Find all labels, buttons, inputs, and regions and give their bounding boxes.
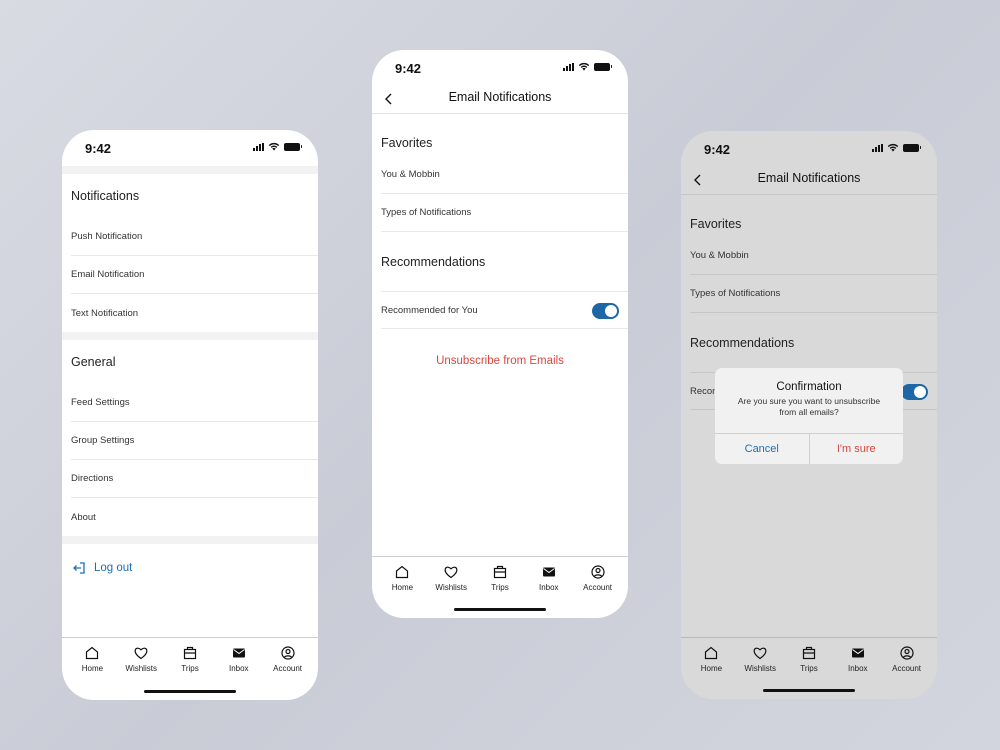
text-notification-item[interactable]: Text Notification — [71, 294, 318, 332]
battery-icon — [903, 143, 921, 152]
tab-label: Account — [583, 583, 613, 592]
recommendations-heading: Recommendations — [690, 336, 795, 350]
status-time: 9:42 — [704, 142, 731, 157]
tab-label: Trips — [800, 664, 818, 673]
recommended-toggle[interactable] — [592, 303, 619, 319]
signal-icon — [563, 62, 574, 71]
tab-label: Account — [273, 664, 303, 673]
types-of-notifications-item[interactable]: Types of Notifications — [690, 275, 937, 313]
status-bar: 9:42 — [372, 50, 628, 86]
home-icon — [86, 646, 99, 660]
status-icons — [253, 142, 302, 151]
tab-label: Inbox — [538, 583, 559, 592]
status-icons — [872, 143, 921, 152]
recommended-for-you-label: Recommended for You — [381, 304, 478, 316]
mail-icon — [851, 648, 864, 658]
wifi-icon — [887, 143, 899, 152]
briefcase-icon — [183, 646, 197, 660]
recommendations-heading: Recommendations — [381, 255, 486, 269]
tab-account[interactable]: Account — [264, 638, 312, 699]
tab-label: Wishlists — [435, 583, 467, 592]
tab-label: Account — [892, 664, 922, 673]
dialog-buttons: Cancel I'm sure — [715, 433, 903, 464]
logout-icon — [73, 562, 85, 574]
settings-screen: 9:42 Notifications Push Notification Ema… — [62, 130, 318, 700]
confirmation-dialog: Confirmation Are you sure you want to un… — [715, 368, 903, 464]
tab-account[interactable]: Account — [883, 638, 931, 699]
page-title: Email Notifications — [757, 171, 861, 185]
feed-settings-item[interactable]: Feed Settings — [71, 384, 318, 422]
section-divider — [62, 536, 318, 544]
battery-icon — [594, 62, 612, 71]
tab-label: Inbox — [228, 664, 249, 673]
page-title: Email Notifications — [448, 90, 552, 104]
mail-icon — [542, 567, 555, 577]
section-divider — [62, 166, 318, 174]
tab-home[interactable]: Home — [687, 638, 735, 699]
directions-item[interactable]: Directions — [71, 460, 318, 498]
tab-label: Trips — [181, 664, 199, 673]
status-time: 9:42 — [395, 61, 422, 76]
about-item[interactable]: About — [71, 498, 318, 536]
home-icon — [705, 646, 718, 660]
email-notifications-confirm-screen: 9:42 Email Notifications Favorites You &… — [681, 131, 937, 699]
briefcase-icon — [802, 646, 816, 660]
status-bar: 9:42 — [62, 130, 318, 166]
push-notification-item[interactable]: Push Notification — [71, 218, 318, 256]
heart-icon — [753, 647, 767, 660]
home-indicator — [763, 689, 855, 692]
home-indicator — [144, 690, 236, 693]
you-and-mobbin-item[interactable]: You & Mobbin — [381, 156, 628, 194]
dialog-message: Are you sure you want to unsubscribe fro… — [737, 396, 881, 417]
you-and-mobbin-item[interactable]: You & Mobbin — [690, 237, 937, 275]
cancel-button[interactable]: Cancel — [715, 434, 809, 464]
tab-label: Wishlists — [125, 664, 157, 673]
nav-header: Email Notifications — [681, 167, 937, 195]
recommended-toggle[interactable] — [901, 384, 928, 400]
nav-header: Email Notifications — [372, 86, 628, 114]
status-bar: 9:42 — [681, 131, 937, 167]
logout-button[interactable]: Log out — [62, 544, 318, 592]
tab-label: Home — [81, 664, 104, 673]
logout-label: Log out — [94, 562, 133, 574]
email-notifications-screen: 9:42 Email Notifications Favorites You &… — [372, 50, 628, 618]
home-icon — [396, 565, 409, 579]
account-icon — [590, 565, 605, 579]
heart-icon — [134, 647, 148, 660]
tab-home[interactable]: Home — [378, 557, 426, 618]
unsubscribe-button[interactable]: Unsubscribe from Emails — [372, 355, 628, 367]
battery-icon — [284, 142, 302, 151]
notifications-heading: Notifications — [71, 189, 140, 203]
wifi-icon — [578, 62, 590, 71]
briefcase-icon — [493, 565, 507, 579]
tab-label: Inbox — [847, 664, 868, 673]
section-divider — [62, 332, 318, 340]
account-icon — [280, 646, 295, 660]
email-notification-item[interactable]: Email Notification — [71, 256, 318, 294]
tab-home[interactable]: Home — [68, 638, 116, 699]
mail-icon — [232, 648, 245, 658]
tab-label: Trips — [491, 583, 509, 592]
group-settings-item[interactable]: Group Settings — [71, 422, 318, 460]
recommended-for-you-row: Recommended for You — [381, 291, 628, 329]
status-time: 9:42 — [85, 141, 112, 156]
wifi-icon — [268, 142, 280, 151]
tab-label: Wishlists — [744, 664, 776, 673]
types-of-notifications-item[interactable]: Types of Notifications — [381, 194, 628, 232]
signal-icon — [253, 142, 264, 151]
tab-label: Home — [391, 583, 414, 592]
dialog-title: Confirmation — [776, 381, 842, 393]
general-heading: General — [71, 355, 116, 369]
status-icons — [563, 62, 612, 71]
account-icon — [899, 646, 914, 660]
tab-account[interactable]: Account — [574, 557, 622, 618]
tab-label: Home — [700, 664, 723, 673]
signal-icon — [872, 143, 883, 152]
home-indicator — [454, 608, 546, 611]
heart-icon — [444, 566, 458, 579]
confirm-button[interactable]: I'm sure — [808, 434, 904, 464]
